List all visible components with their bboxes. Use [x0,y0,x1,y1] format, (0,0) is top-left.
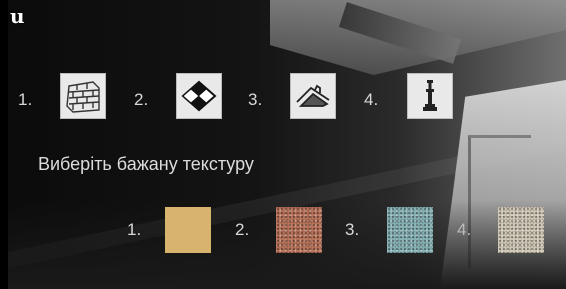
texture-swatch-teal[interactable] [387,207,433,253]
floor-tiles-icon [181,80,217,112]
category-number-4: 4. [364,90,379,109]
app-logo: u [10,4,25,28]
roof-category-button[interactable] [290,73,336,119]
texture-prompt: Виберіть бажану текстуру [38,154,254,174]
category-number-2: 2. [134,90,149,109]
texture-number-4: 4. [457,220,472,239]
texture-number-1: 1. [127,220,142,239]
texture-swatch-granite[interactable] [498,207,544,253]
texture-number-3: 3. [345,220,360,239]
texture-swatch-sand[interactable] [165,207,211,253]
texture-number-2: 2. [235,220,250,239]
left-border [0,0,8,289]
category-number-1: 1. [18,90,33,109]
texture-swatch-terracotta[interactable] [276,207,322,253]
column-category-button[interactable] [407,73,453,119]
floor-category-button[interactable] [176,73,222,119]
wall-category-button[interactable] [60,73,106,119]
brick-wall-icon [66,81,100,113]
column-icon [423,80,437,111]
category-number-3: 3. [248,90,263,109]
roof-icon [296,84,330,107]
